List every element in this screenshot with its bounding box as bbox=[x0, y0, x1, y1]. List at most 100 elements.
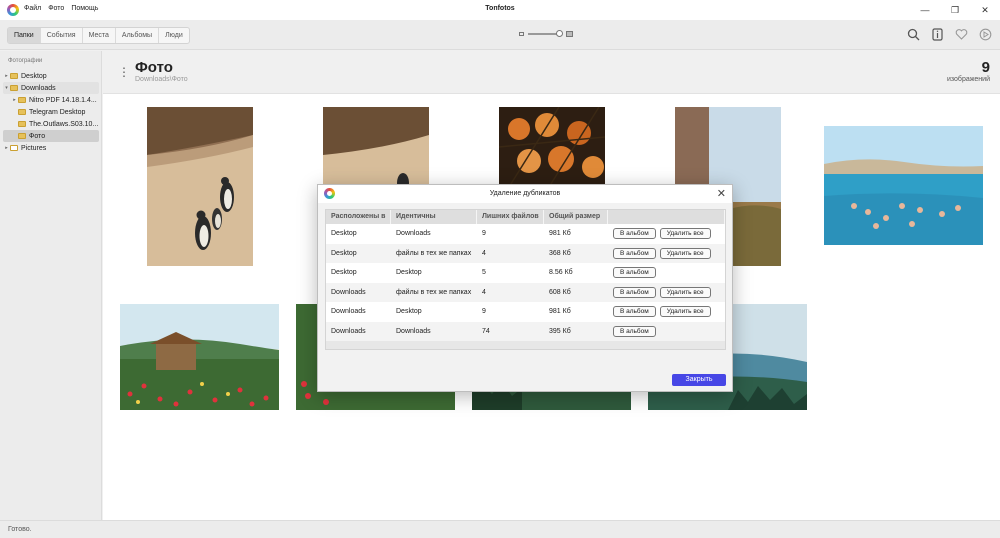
menu-photo[interactable]: Фото bbox=[48, 5, 64, 12]
image-count: 9 bbox=[981, 59, 990, 76]
photo-thumbnail[interactable] bbox=[323, 107, 429, 187]
column-header[interactable]: Лишних файлов bbox=[477, 210, 544, 224]
sidebar-item-nitro-pdf[interactable]: ▸ Nitro PDF 14.18.1.4... bbox=[3, 94, 99, 106]
table-row[interactable]: Desktop Desktop 5 8.56 Кб В альбом bbox=[326, 263, 725, 283]
sidebar-item-telegram-desktop[interactable]: Telegram Desktop bbox=[3, 106, 99, 118]
column-header[interactable]: Общий размер bbox=[544, 210, 608, 224]
row-actions: В альбом Удалить все bbox=[608, 286, 725, 298]
folder-header: ⋮ Фото Downloads\Фото 9 изображений bbox=[103, 51, 1000, 94]
folder-path: Downloads\Фото bbox=[135, 76, 188, 83]
sidebar: Фотографии ▸ Desktop ▾ Downloads ▸ Nitro… bbox=[0, 51, 102, 520]
to-album-button[interactable]: В альбом bbox=[613, 306, 656, 318]
toolbar-actions bbox=[906, 27, 992, 41]
status-text: Готово. bbox=[8, 526, 32, 533]
slider-knob[interactable] bbox=[556, 30, 563, 37]
collapse-arrow-icon[interactable]: ▾ bbox=[3, 85, 10, 91]
delete-all-button[interactable]: Удалить все bbox=[659, 247, 711, 259]
row-actions: В альбом bbox=[608, 325, 725, 337]
sidebar-item-downloads[interactable]: ▾ Downloads bbox=[3, 82, 99, 94]
table-header: Расположены в Идентичны Лишних файлов Об… bbox=[326, 210, 725, 224]
expand-arrow-icon[interactable]: ▸ bbox=[3, 73, 10, 79]
table-row[interactable]: Desktop Downloads 9 981 Кб В альбом Удал… bbox=[326, 224, 725, 244]
menu-file[interactable]: Файл bbox=[24, 5, 41, 12]
folder-icon bbox=[10, 145, 18, 151]
table-row[interactable]: Desktop файлы в тех же папках 4 368 Кб В… bbox=[326, 243, 725, 263]
more-options-icon[interactable]: ⋮ bbox=[118, 65, 130, 79]
minimize-icon[interactable]: — bbox=[910, 0, 940, 20]
sidebar-item-label: Nitro PDF 14.18.1.4... bbox=[29, 96, 97, 104]
sidebar-item-label: Pictures bbox=[21, 144, 47, 152]
menu-bar: Файл Фото Помощь bbox=[24, 5, 98, 12]
tab-places[interactable]: Места bbox=[83, 28, 116, 43]
thumbnail-size-slider[interactable] bbox=[519, 30, 573, 37]
expand-arrow-icon[interactable]: ▸ bbox=[11, 97, 18, 103]
folder-icon bbox=[18, 109, 26, 115]
to-album-button[interactable]: В альбом bbox=[613, 286, 656, 298]
table-row[interactable]: Downloads Downloads 74 395 Кб В альбом bbox=[326, 321, 725, 341]
close-window-icon[interactable]: ✕ bbox=[970, 0, 1000, 20]
sidebar-item-the-outlaws[interactable]: The.Outlaws.S03.10... bbox=[3, 118, 99, 130]
photo-thumbnail[interactable] bbox=[499, 107, 605, 187]
table-row[interactable]: Downloads файлы в тех же папках 4 608 Кб… bbox=[326, 282, 725, 302]
restore-icon[interactable]: ❐ bbox=[940, 0, 970, 20]
tab-albums[interactable]: Альбомы bbox=[116, 28, 160, 43]
table-row[interactable]: Downloads Desktop 9 981 Кб В альбом Удал… bbox=[326, 302, 725, 322]
tab-events[interactable]: События bbox=[41, 28, 83, 43]
expand-arrow-icon[interactable]: ▸ bbox=[3, 145, 10, 151]
photo-thumbnail[interactable] bbox=[147, 107, 253, 266]
photo-thumbnail[interactable] bbox=[120, 304, 279, 410]
cell-extra-files: 74 bbox=[482, 327, 490, 335]
row-actions: В альбом Удалить все bbox=[608, 306, 725, 318]
window-controls: — ❐ ✕ bbox=[910, 0, 1000, 20]
cell-total-size: 395 Кб bbox=[549, 327, 571, 335]
to-album-button[interactable]: В альбом bbox=[613, 247, 656, 259]
cell-extra-files: 9 bbox=[482, 308, 486, 316]
sidebar-item-pictures[interactable]: ▸ Pictures bbox=[3, 142, 99, 154]
favorite-heart-icon[interactable] bbox=[954, 27, 968, 41]
title-bar: Файл Фото Помощь Tonfotos — ❐ ✕ bbox=[0, 0, 1000, 20]
folder-icon bbox=[10, 73, 18, 79]
photo-thumbnail[interactable] bbox=[824, 126, 983, 245]
sidebar-item-foto[interactable]: Фото bbox=[3, 130, 99, 142]
sidebar-item-desktop[interactable]: ▸ Desktop bbox=[3, 70, 99, 82]
close-button[interactable]: Закрыть bbox=[672, 374, 726, 386]
cell-total-size: 981 Кб bbox=[549, 230, 571, 238]
delete-all-button[interactable]: Удалить все bbox=[659, 228, 711, 240]
cell-total-size: 8.56 Кб bbox=[549, 269, 573, 277]
to-album-button[interactable]: В альбом bbox=[613, 325, 656, 337]
to-album-button[interactable]: В альбом bbox=[613, 228, 656, 240]
folder-icon bbox=[18, 121, 26, 127]
close-icon[interactable]: ✕ bbox=[717, 187, 726, 200]
tab-folders[interactable]: Папки bbox=[8, 28, 41, 43]
cell-identical: Downloads bbox=[396, 327, 431, 335]
menu-help[interactable]: Помощь bbox=[71, 5, 98, 12]
to-album-button[interactable]: В альбом bbox=[613, 267, 656, 279]
row-actions: В альбом Удалить все bbox=[608, 247, 725, 259]
column-header[interactable]: Расположены в bbox=[326, 210, 391, 224]
slider-track[interactable] bbox=[528, 30, 563, 37]
info-icon[interactable] bbox=[930, 27, 944, 41]
play-slideshow-icon[interactable] bbox=[978, 27, 992, 41]
app-logo-icon bbox=[7, 4, 19, 16]
large-image-icon bbox=[566, 31, 573, 37]
tab-people[interactable]: Люди bbox=[159, 28, 189, 43]
cell-total-size: 981 Кб bbox=[549, 308, 571, 316]
sidebar-item-label: Desktop bbox=[21, 72, 47, 80]
delete-all-button[interactable]: Удалить все bbox=[659, 306, 711, 318]
status-bar: Готово. bbox=[0, 520, 1000, 538]
cell-identical: файлы в тех же папках bbox=[396, 249, 472, 257]
cell-total-size: 608 Кб bbox=[549, 288, 571, 296]
sidebar-item-label: Downloads bbox=[21, 84, 56, 92]
column-header[interactable]: Идентичны bbox=[391, 210, 477, 224]
image-count-label: изображений bbox=[947, 76, 990, 83]
search-icon[interactable] bbox=[906, 27, 920, 41]
cell-identical: Downloads bbox=[396, 230, 431, 238]
delete-all-button[interactable]: Удалить все bbox=[659, 286, 711, 298]
dialog-title: Удаление дубликатов bbox=[318, 185, 732, 203]
row-actions: В альбом bbox=[608, 267, 725, 279]
cell-extra-files: 5 bbox=[482, 269, 486, 277]
sidebar-item-label: Telegram Desktop bbox=[29, 108, 86, 116]
folder-tree: ▸ Desktop ▾ Downloads ▸ Nitro PDF 14.18.… bbox=[3, 70, 99, 154]
cell-extra-files: 4 bbox=[482, 288, 486, 296]
cell-location: Downloads bbox=[331, 327, 366, 335]
